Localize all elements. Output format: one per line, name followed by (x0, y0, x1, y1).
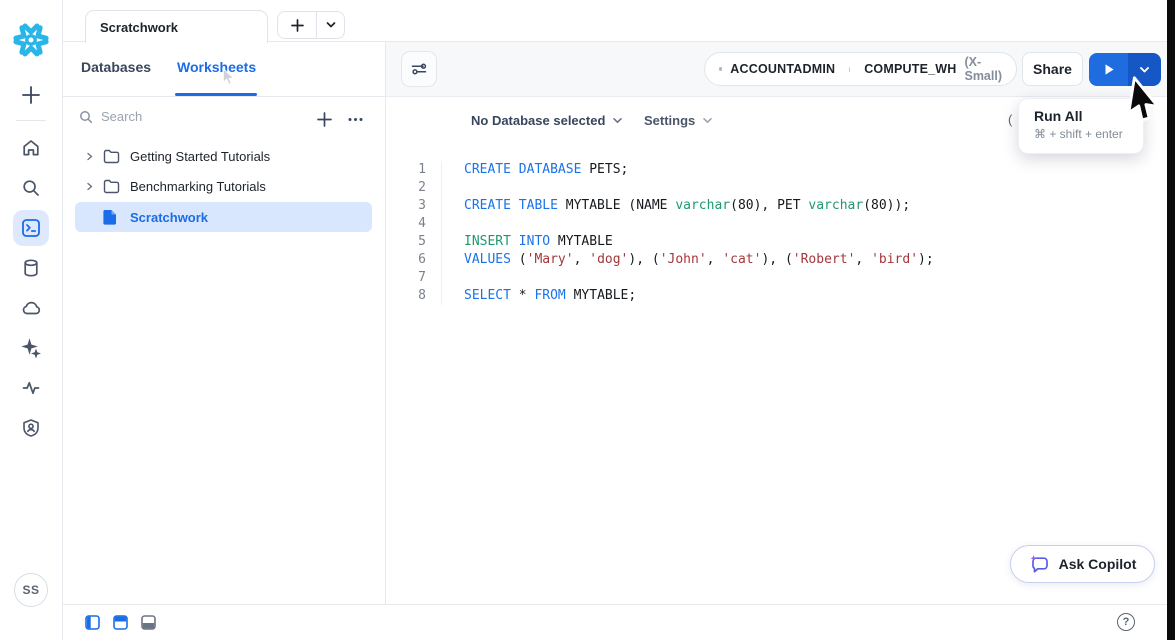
layout-left-icon[interactable] (85, 615, 100, 630)
code-line[interactable]: 7 (386, 269, 1175, 287)
mouse-cursor-ghost (221, 68, 236, 93)
chevron-down-icon (702, 115, 713, 126)
code-lines: 1 CREATE DATABASE PETS; 23 CREATE TABLE MYT… (386, 161, 1175, 305)
tab-actions-group (277, 11, 345, 39)
chevron-down-icon (612, 115, 623, 126)
tab-list-chevron-icon[interactable] (317, 12, 344, 38)
worksheet-toolbar: ACCOUNTADMIN COMPUTE_WH (X-Small) Share (386, 42, 1175, 97)
tree-item-label: Scratchwork (130, 210, 208, 225)
help-icon: ? (1123, 616, 1130, 628)
code-line[interactable]: 8 SELECT * FROM MYTABLE; (386, 287, 1175, 305)
settings-label: Settings (644, 113, 695, 128)
line-number: 8 (386, 287, 442, 305)
layout-toggles (85, 615, 156, 630)
layout-top-icon[interactable] (113, 615, 128, 630)
line-content: SELECT * FROM MYTABLE; (464, 287, 636, 305)
database-selector[interactable]: No Database selected (471, 113, 623, 128)
folder-icon (103, 149, 120, 164)
line-number: 7 (386, 269, 442, 287)
share-button[interactable]: Share (1022, 52, 1083, 86)
status-bar: ? (63, 604, 1175, 640)
new-worksheet-button[interactable] (313, 108, 335, 130)
tree-item-folder[interactable]: Getting Started Tutorials (75, 142, 372, 171)
sliders-icon (410, 60, 428, 78)
sql-editor[interactable]: 1 CREATE DATABASE PETS; 23 CREATE TABLE MYT… (386, 161, 1175, 305)
line-number: 6 (386, 251, 442, 269)
worksheet-tree: Getting Started Tutorials Benchmarking T… (63, 142, 385, 233)
screen-edge-strip (1167, 0, 1175, 640)
help-button[interactable]: ? (1117, 613, 1135, 631)
snowflake-logo-icon[interactable] (11, 20, 51, 60)
sparkles-ai-icon[interactable] (13, 330, 49, 366)
rail-divider (16, 120, 46, 121)
obscured-text-fragment: ( (1008, 112, 1012, 127)
code-line[interactable]: 3 CREATE TABLE MYTABLE (NAME varchar(80),… (386, 197, 1175, 215)
user-avatar[interactable]: SS (14, 573, 48, 607)
code-line[interactable]: 5 INSERT INTO MYTABLE (386, 233, 1175, 251)
worksheet-tab-bar: Scratchwork (63, 0, 1175, 42)
code-line[interactable]: 4 (386, 215, 1175, 233)
home-icon[interactable] (13, 130, 49, 166)
code-line[interactable]: 2 (386, 179, 1175, 197)
play-icon (1103, 63, 1115, 76)
line-content: CREATE DATABASE PETS; (464, 161, 628, 179)
line-number: 5 (386, 233, 442, 251)
run-all-shortcut: ⌘ + shift + enter (1034, 127, 1143, 141)
active-tab-underline (175, 93, 257, 96)
search-icon (79, 110, 93, 124)
chevron-down-icon (1138, 63, 1151, 76)
chevron-right-icon[interactable] (85, 182, 95, 191)
worksheets-console-icon[interactable] (13, 210, 49, 246)
tree-item-label: Benchmarking Tutorials (130, 179, 266, 194)
more-options-button[interactable] (344, 108, 366, 130)
copilot-chat-icon (1029, 554, 1050, 575)
tree-item-folder[interactable]: Benchmarking Tutorials (75, 172, 372, 201)
line-number: 1 (386, 161, 442, 179)
role-badge-icon (719, 60, 722, 78)
search-nav-icon[interactable] (13, 170, 49, 206)
tab-databases[interactable]: Databases (81, 59, 151, 75)
copilot-label: Ask Copilot (1059, 556, 1137, 572)
run-button[interactable] (1089, 53, 1128, 86)
code-line[interactable]: 6 VALUES ('Mary', 'dog'), ('John', 'cat')… (386, 251, 1175, 269)
tab-scratchwork[interactable]: Scratchwork (85, 10, 268, 43)
layout-bottom-icon[interactable] (141, 615, 156, 630)
cloud-icon[interactable] (13, 290, 49, 326)
code-line[interactable]: 1 CREATE DATABASE PETS; (386, 161, 1175, 179)
sidebar-search-row: Search (63, 105, 385, 137)
admin-shield-icon[interactable] (13, 410, 49, 446)
search-placeholder: Search (101, 109, 142, 124)
snowsight-app: SS Scratchwork Databases Worksheets Sear… (0, 0, 1175, 640)
ask-copilot-button[interactable]: Ask Copilot (1010, 545, 1155, 583)
line-content: CREATE TABLE MYTABLE (NAME varchar(80), … (464, 197, 910, 215)
line-number: 4 (386, 215, 442, 233)
sliders-config-button[interactable] (401, 51, 437, 87)
line-number: 2 (386, 179, 442, 197)
warehouse-size: (X-Small) (964, 55, 1002, 83)
folder-icon (103, 179, 120, 194)
separator-dot (849, 67, 850, 72)
tab-worksheets[interactable]: Worksheets (177, 59, 256, 75)
tree-item-label: Getting Started Tutorials (130, 149, 270, 164)
new-tab-button[interactable] (278, 12, 317, 38)
line-content: VALUES ('Mary', 'dog'), ('John', 'cat'),… (464, 251, 934, 269)
activity-icon[interactable] (13, 370, 49, 406)
document-icon (103, 209, 120, 225)
data-database-icon[interactable] (13, 250, 49, 286)
line-content: INSERT INTO MYTABLE (464, 233, 613, 251)
tab-label: Scratchwork (100, 20, 178, 35)
database-selector-label: No Database selected (471, 113, 605, 128)
search-input[interactable]: Search (79, 109, 279, 124)
settings-dropdown[interactable]: Settings (644, 113, 713, 128)
sidebar-panel: Databases Worksheets Search (63, 42, 385, 604)
create-new-icon[interactable] (20, 84, 42, 106)
tree-item-scratchwork-selected[interactable]: Scratchwork (75, 202, 372, 232)
chevron-right-icon[interactable] (85, 152, 95, 161)
line-number: 3 (386, 197, 442, 215)
left-nav-rail: SS (0, 0, 63, 640)
role-name: ACCOUNTADMIN (730, 62, 835, 76)
context-selector[interactable]: ACCOUNTADMIN COMPUTE_WH (X-Small) (704, 52, 1017, 86)
warehouse-name: COMPUTE_WH (864, 62, 956, 76)
